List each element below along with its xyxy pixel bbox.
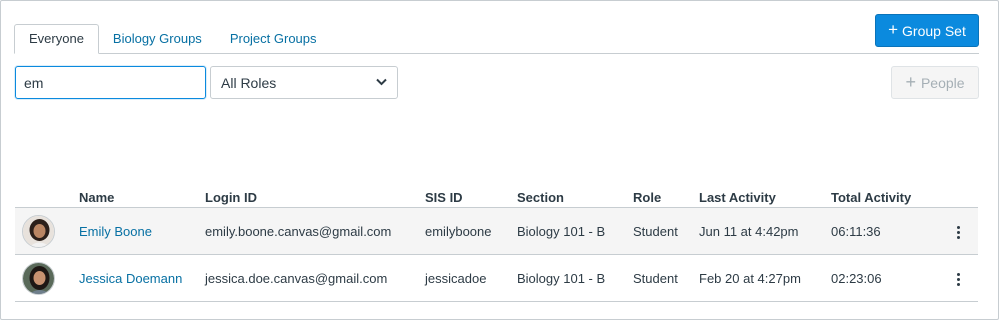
tab-biology-groups[interactable]: Biology Groups [99, 24, 216, 54]
header-section[interactable]: Section [517, 190, 564, 205]
table-row: Jessica Doemann jessica.doe.canvas@gmail… [15, 255, 978, 302]
add-people-button[interactable]: + People [891, 66, 979, 99]
add-group-set-button[interactable]: + Group Set [875, 14, 979, 47]
add-group-set-label: Group Set [902, 22, 966, 39]
sis-id: emilyboone [425, 224, 492, 239]
student-name-link[interactable]: Jessica Doemann [79, 271, 182, 286]
header-last-activity[interactable]: Last Activity [699, 190, 776, 205]
role: Student [633, 271, 678, 286]
header-role[interactable]: Role [633, 190, 661, 205]
header-login-id[interactable]: Login ID [205, 190, 257, 205]
login-id: jessica.doe.canvas@gmail.com [205, 271, 388, 286]
plus-icon: + [888, 20, 899, 39]
role-filter-value: All Roles [221, 74, 277, 91]
role-filter-select[interactable]: All Roles [210, 66, 398, 99]
total-activity: 06:11:36 [831, 224, 881, 239]
last-activity: Jun 11 at 4:42pm [699, 224, 799, 239]
table-header-row: Name Login ID SIS ID Section Role Last A… [15, 184, 978, 208]
tab-everyone[interactable]: Everyone [14, 24, 99, 54]
header-total-activity[interactable]: Total Activity [831, 190, 911, 205]
chevron-down-icon [376, 77, 387, 89]
people-table: Name Login ID SIS ID Section Role Last A… [15, 184, 978, 302]
login-id: emily.boone.canvas@gmail.com [205, 224, 392, 239]
header-sis-id[interactable]: SIS ID [425, 190, 463, 205]
avatar[interactable] [22, 262, 55, 295]
search-input[interactable] [15, 66, 206, 99]
tab-project-groups[interactable]: Project Groups [216, 24, 331, 54]
role: Student [633, 224, 678, 239]
header-name[interactable]: Name [79, 190, 114, 205]
tab-divider [14, 53, 979, 54]
more-options-icon[interactable] [950, 269, 966, 289]
plus-icon: + [905, 71, 916, 92]
avatar[interactable] [22, 215, 55, 248]
sis-id: jessicadoe [425, 271, 487, 286]
add-people-label: People [920, 74, 965, 91]
more-options-icon[interactable] [950, 222, 966, 242]
last-activity: Feb 20 at 4:27pm [699, 271, 801, 286]
student-name-link[interactable]: Emily Boone [79, 224, 152, 239]
total-activity: 02:23:06 [831, 271, 882, 286]
section: Biology 101 - B [517, 224, 606, 239]
table-row: Emily Boone emily.boone.canvas@gmail.com… [15, 208, 978, 255]
tab-bar: Everyone Biology Groups Project Groups [14, 24, 331, 54]
section: Biology 101 - B [517, 271, 606, 286]
